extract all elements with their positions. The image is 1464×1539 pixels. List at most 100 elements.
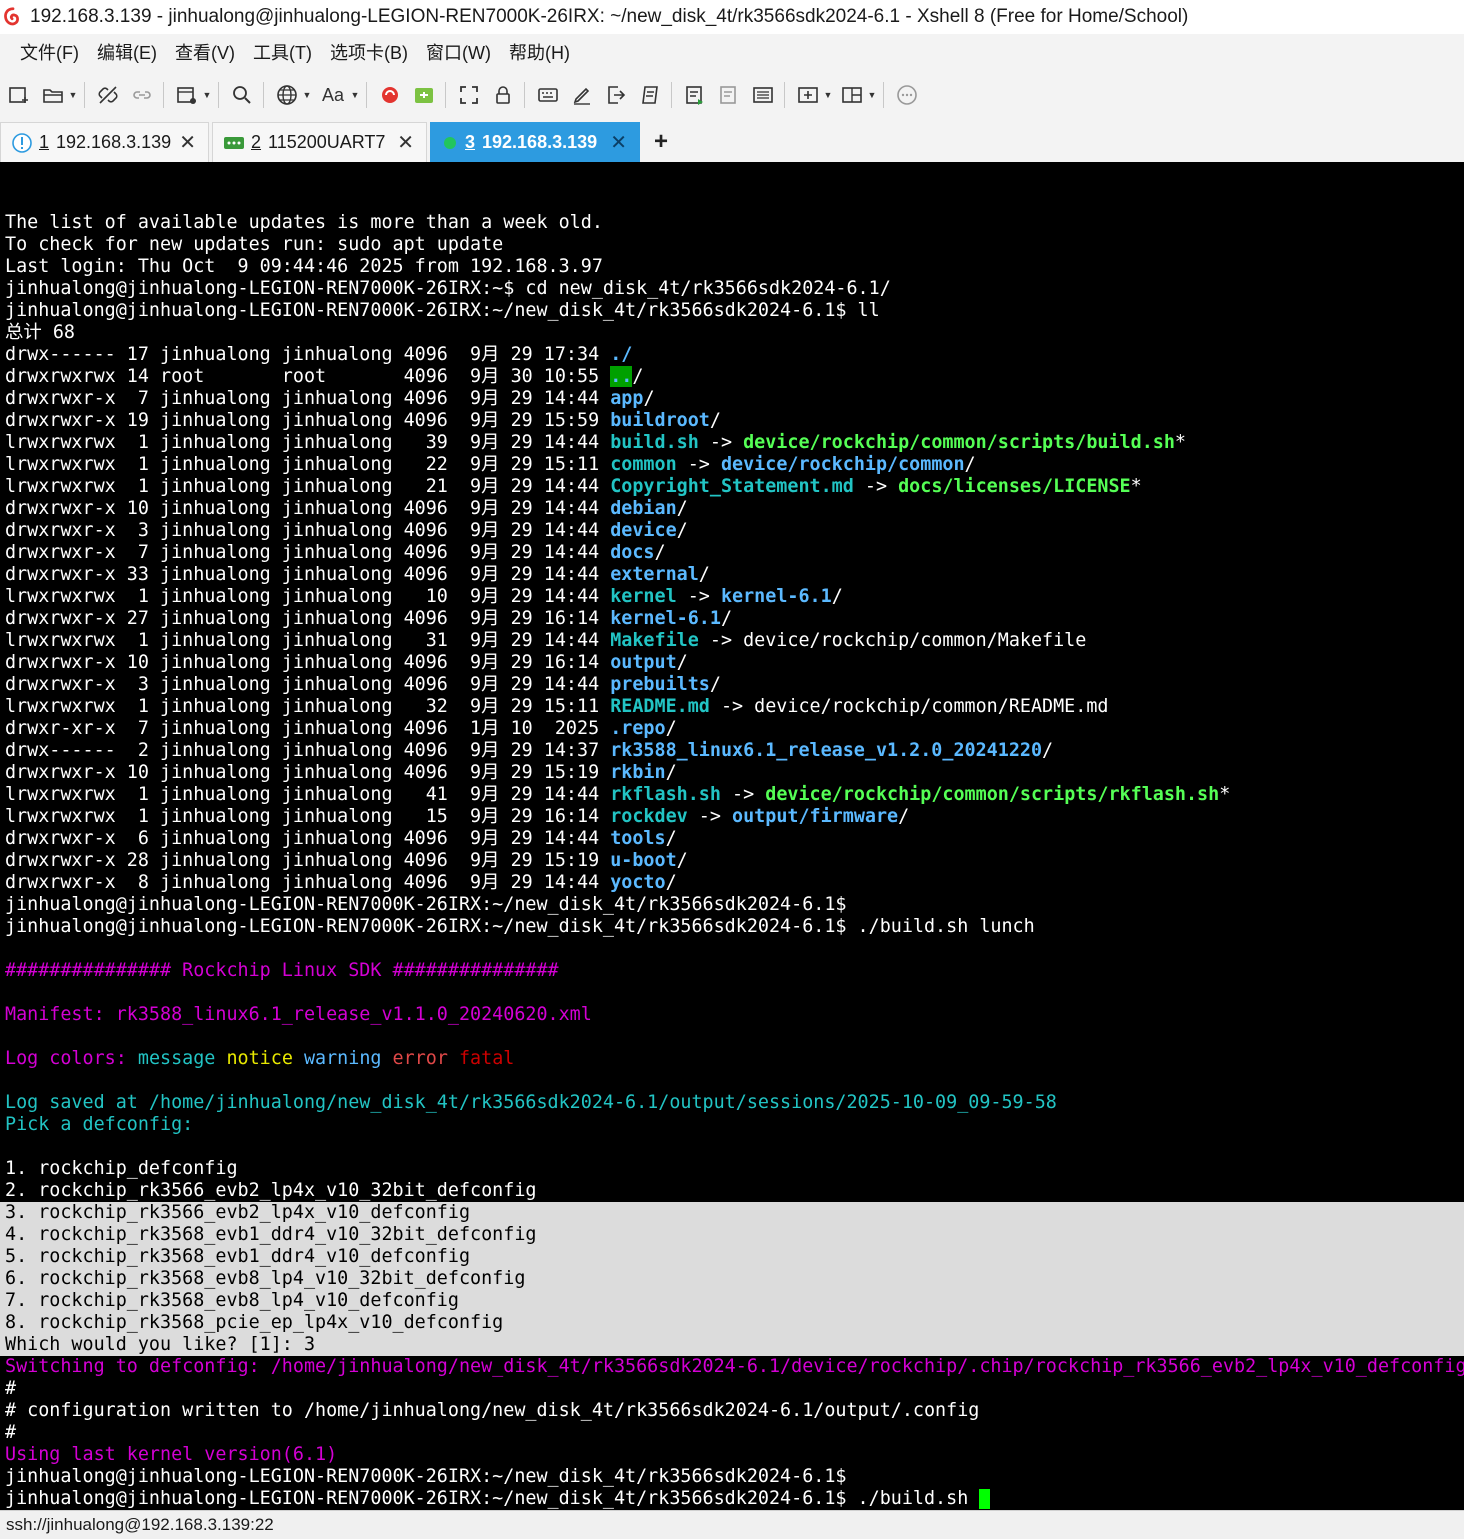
terminal-line: # configuration written to /home/jinhual…	[5, 1400, 979, 1422]
xshell-logo-icon[interactable]	[375, 80, 405, 110]
terminal-text: external	[610, 564, 699, 585]
toolbar-separator	[163, 82, 164, 108]
terminal-text: yocto	[610, 872, 666, 893]
terminal-text: rockdev	[610, 806, 688, 827]
terminal-line: Last login: Thu Oct 9 09:44:46 2025 from…	[5, 256, 603, 278]
chat-icon[interactable]	[892, 80, 922, 110]
session-list-icon[interactable]	[748, 80, 778, 110]
tab-session-1[interactable]: 1 192.168.3.139 ✕	[0, 122, 209, 162]
chevron-down-icon[interactable]: ▼	[302, 80, 312, 110]
layout-icon[interactable]	[837, 80, 867, 110]
info-icon	[12, 132, 32, 153]
terminal-line: To check for new updates run: sudo apt u…	[5, 234, 503, 256]
terminal-text: lrwxrwxrwx 1 jinhualong jinhualong 21 9月…	[5, 476, 611, 497]
tab-number: 1	[39, 132, 50, 152]
terminal-text: kernel-6.1	[610, 608, 721, 629]
toolbar-separator	[84, 82, 85, 108]
terminal-text: /	[898, 806, 910, 827]
terminal-text: To check for new updates run: sudo apt u…	[5, 234, 504, 255]
globe-icon[interactable]	[272, 80, 302, 110]
menu-item-4[interactable]: 选项卡(B)	[321, 38, 417, 68]
fullscreen-icon[interactable]	[454, 80, 484, 110]
terminal-text: drwxrwxr-x 33 jinhualong jinhualong 4096…	[5, 564, 611, 585]
chevron-down-icon[interactable]: ▼	[202, 80, 212, 110]
terminal-text: /	[698, 564, 710, 585]
terminal-text: drwxrwxr-x 27 jinhualong jinhualong 4096…	[5, 608, 611, 629]
terminal-text: drwxrwxr-x 19 jinhualong jinhualong 4096…	[5, 410, 611, 431]
menu-item-3[interactable]: 工具(T)	[244, 38, 321, 68]
close-icon[interactable]: ✕	[179, 130, 196, 155]
menu-item-5[interactable]: 窗口(W)	[417, 38, 500, 68]
terminal-line: drwxrwxr-x 7 jinhualong jinhualong 4096 …	[5, 542, 666, 564]
menu-item-2[interactable]: 查看(V)	[166, 38, 244, 68]
new-session-icon[interactable]	[4, 80, 34, 110]
terminal-line: drwxrwxr-x 10 jinhualong jinhualong 4096…	[5, 762, 677, 784]
terminal-text: ->	[853, 476, 899, 497]
login-script-icon[interactable]	[601, 80, 631, 110]
reconnect-icon[interactable]	[127, 80, 157, 110]
tab-session-2[interactable]: 2 115200UART7 ✕	[212, 122, 427, 162]
terminal-text: lrwxrwxrwx 1 jinhualong jinhualong 22 9月…	[5, 454, 611, 475]
terminal-text: drwx------ 2 jinhualong jinhualong 4096 …	[5, 740, 611, 761]
macro-icon[interactable]	[635, 80, 665, 110]
compose-icon[interactable]	[680, 80, 710, 110]
terminal-text: drwxrwxr-x 3 jinhualong jinhualong 4096 …	[5, 520, 611, 541]
terminal-text: /	[632, 366, 644, 387]
terminal-text: ->	[698, 432, 744, 453]
menu-item-6[interactable]: 帮助(H)	[500, 38, 579, 68]
terminal-text: warning	[303, 1048, 393, 1069]
keyboard-icon[interactable]	[533, 80, 563, 110]
terminal-text: drwxrwxr-x 7 jinhualong jinhualong 4096 …	[5, 542, 611, 563]
terminal-text: The list of available updates is more th…	[5, 212, 603, 233]
disconnect-icon[interactable]	[93, 80, 123, 110]
terminal-text: buildroot	[610, 410, 710, 431]
terminal-line: drwxrwxr-x 33 jinhualong jinhualong 4096…	[5, 564, 710, 586]
chevron-down-icon[interactable]: ▼	[823, 80, 833, 110]
terminal-text: docs	[610, 542, 655, 563]
font-icon[interactable]: Aa	[316, 80, 350, 110]
chevron-down-icon[interactable]: ▼	[68, 80, 78, 110]
terminal-line: drwxrwxr-x 10 jinhualong jinhualong 4096…	[5, 498, 688, 520]
terminal-text: jinhualong@jinhualong-LEGION-REN7000K-26…	[5, 300, 880, 321]
terminal-text: drwxrwxr-x 28 jinhualong jinhualong 4096…	[5, 850, 611, 871]
open-folder-icon[interactable]	[38, 80, 68, 110]
terminal-text: drwxrwxr-x 10 jinhualong jinhualong 4096…	[5, 762, 611, 783]
window-title: 192.168.3.139 - jinhualong@jinhualong-LE…	[30, 6, 1189, 27]
chevron-down-icon[interactable]: ▼	[350, 80, 360, 110]
terminal-text: /	[676, 520, 688, 541]
terminal-text: 3. rockchip_rk3566_evb2_lp4x_v10_defconf…	[5, 1202, 471, 1223]
terminal-text: 7. rockchip_rk3568_evb8_lp4_v10_defconfi…	[5, 1290, 459, 1311]
xftp-icon[interactable]	[409, 80, 439, 110]
terminal-output[interactable]: The list of available updates is more th…	[0, 162, 1464, 1510]
terminal-text: lrwxrwxrwx 1 jinhualong jinhualong 31 9月…	[5, 630, 611, 651]
close-icon[interactable]: ✕	[610, 130, 627, 155]
search-icon[interactable]	[227, 80, 257, 110]
terminal-text: lrwxrwxrwx 1 jinhualong jinhualong 39 9月…	[5, 432, 611, 453]
terminal-line: Manifest: rk3588_linux6.1_release_v1.1.0…	[5, 1004, 592, 1026]
new-tab-icon[interactable]	[793, 80, 823, 110]
menu-item-1[interactable]: 编辑(E)	[88, 38, 166, 68]
terminal-text: .repo	[610, 718, 666, 739]
terminal-text: lrwxrwxrwx 1 jinhualong jinhualong 10 9月…	[5, 586, 611, 607]
chevron-down-icon[interactable]: ▼	[867, 80, 877, 110]
pen-icon[interactable]	[567, 80, 597, 110]
toolbar-separator	[883, 82, 884, 108]
terminal-line: 总计 68	[5, 322, 75, 344]
terminal-text: *	[1219, 784, 1231, 805]
terminal-line: drwx------ 17 jinhualong jinhualong 4096…	[5, 344, 632, 366]
tab-session-3[interactable]: 3 192.168.3.139 ✕	[430, 122, 640, 162]
terminal-line: drwxrwxr-x 3 jinhualong jinhualong 4096 …	[5, 520, 688, 542]
toolbar-separator	[671, 82, 672, 108]
terminal-text: build.sh	[610, 432, 699, 453]
lock-icon[interactable]	[488, 80, 518, 110]
terminal-text: jinhualong@jinhualong-LEGION-REN7000K-26…	[5, 916, 1035, 937]
terminal-text: ->	[687, 806, 733, 827]
terminal-text: drwxr-xr-x 7 jinhualong jinhualong 4096 …	[5, 718, 611, 739]
terminal-text: Last login: Thu Oct 9 09:44:46 2025 from…	[5, 256, 603, 277]
menu-item-0[interactable]: 文件(F)	[11, 38, 88, 68]
close-icon[interactable]: ✕	[397, 130, 414, 155]
compose-bar-icon[interactable]	[714, 80, 744, 110]
new-window-icon[interactable]	[172, 80, 202, 110]
add-tab-button[interactable]: +	[643, 122, 679, 162]
terminal-text: /	[654, 542, 666, 563]
